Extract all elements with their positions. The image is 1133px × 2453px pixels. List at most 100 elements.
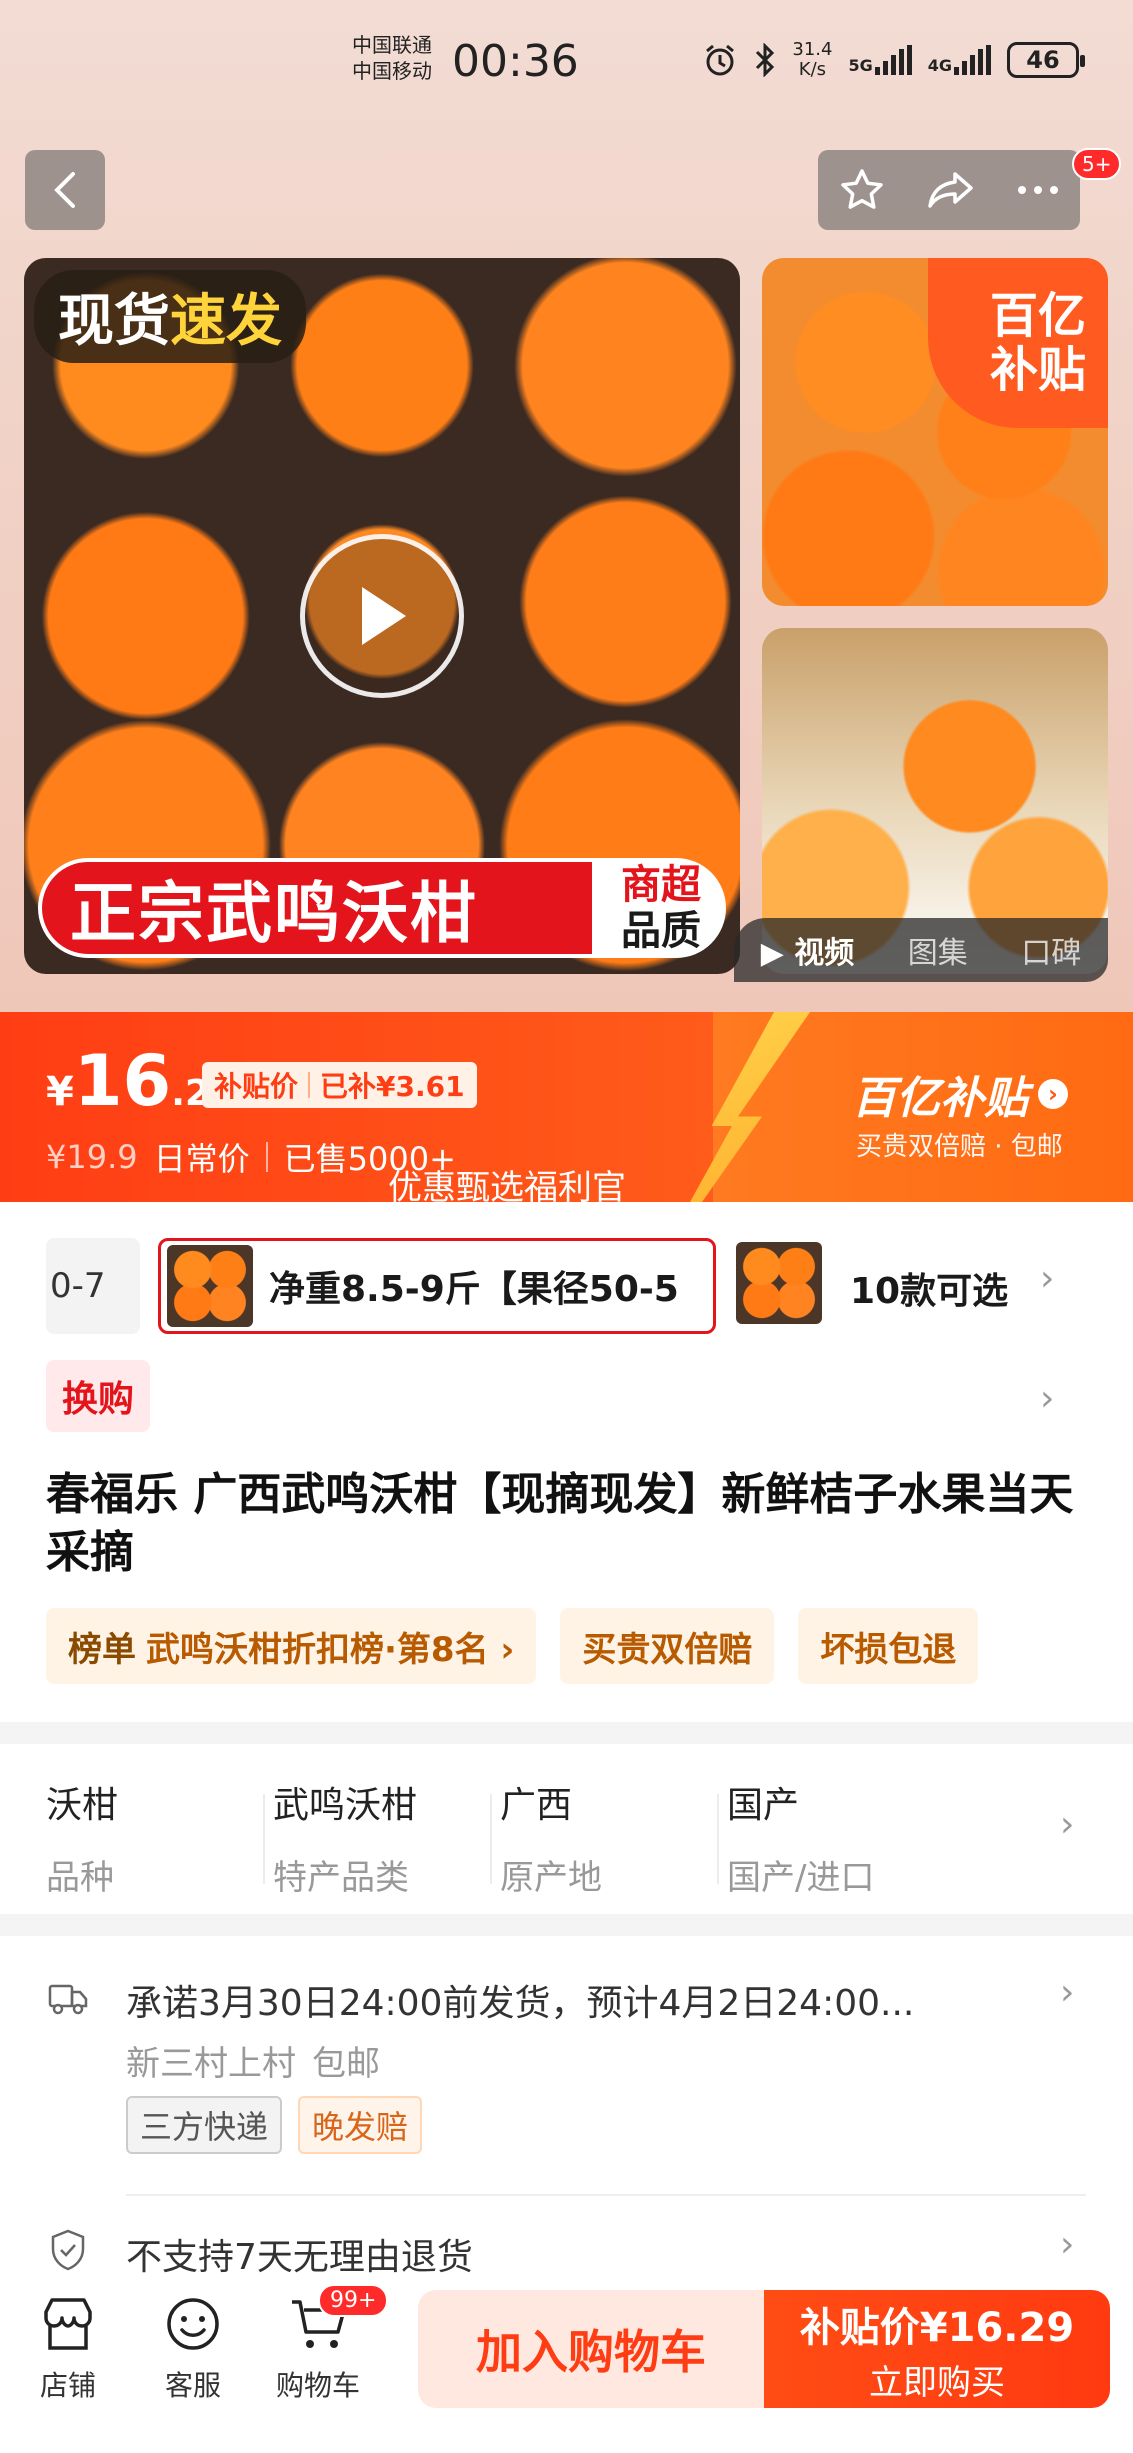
price-divider	[265, 1142, 268, 1172]
buy-price: 补贴价¥16.29	[799, 2304, 1075, 2351]
attribute-category: 武鸣沃柑 特产品类	[263, 1744, 500, 1914]
price-guarantee-tag[interactable]: 买贵双倍赔	[560, 1608, 775, 1684]
ranking-tag-strong: 榜单	[68, 1629, 136, 1670]
chevron-right-icon: ›	[1038, 1079, 1068, 1109]
alarm-icon	[706, 44, 735, 76]
signal-bars-2-icon	[954, 45, 991, 75]
return-policy[interactable]: 不支持7天无理由退货	[126, 2228, 473, 2280]
tab-gallery[interactable]: 图集	[908, 928, 968, 972]
attribute-variety: 沃柑 品种	[46, 1744, 273, 1914]
banner-side-b: 品质	[621, 908, 701, 954]
main-product-image[interactable]: 现货速发 正宗武鸣沃柑 商超 品质	[24, 258, 740, 974]
play-icon	[362, 587, 406, 645]
sku-option-selected[interactable]: 净重8.5-9斤【果径50-5	[158, 1238, 716, 1334]
back-button[interactable]	[25, 150, 105, 230]
subsidy-corner-badge: 百亿 补贴	[928, 258, 1108, 428]
network-speed: 31.4 K/s	[792, 40, 832, 80]
attribute-row[interactable]: 沃柑 品种 武鸣沃柑 特产品类 广西 原产地 国产 国产/进口 ›	[0, 1744, 1133, 1914]
share-icon[interactable]	[925, 168, 977, 212]
courier-tag: 三方快递	[126, 2096, 283, 2154]
attribute-value: 广西	[500, 1785, 573, 1826]
status-time: 00:36	[452, 36, 579, 87]
swap-tag[interactable]: 换购	[46, 1360, 151, 1432]
sku-selector: 0-7 净重8.5-9斤【果径50-5 10款可选 ›	[0, 1238, 1133, 1334]
late-compensation-tag: 晚发赔	[298, 2096, 423, 2154]
cart-count-badge: 99+	[318, 2284, 389, 2317]
attribute-value: 沃柑	[46, 1785, 119, 1826]
attribute-key: 国产/进口	[727, 1858, 875, 1898]
shipping-section: 承诺3月30日24:00前发货，预计4月2日24:00... › 新三村上村 包…	[0, 1936, 1133, 2278]
subsidy-price-pill: 补贴价 已补¥3.61	[202, 1062, 477, 1108]
damage-return-tag[interactable]: 坏损包退	[798, 1608, 979, 1684]
sku-thumbnail	[167, 1245, 253, 1327]
attribute-value: 武鸣沃柑	[273, 1785, 418, 1826]
old-price-label: 日常价	[153, 1140, 250, 1178]
chevron-left-icon	[54, 172, 75, 208]
shield-icon	[51, 2229, 85, 2271]
stock-tag-a: 现货	[58, 289, 170, 354]
service-smile-icon	[167, 2298, 219, 2350]
sku-option-next-thumbnail[interactable]	[736, 1242, 822, 1324]
ranking-tag[interactable]: 榜单 武鸣沃柑折扣榜·第8名 ›	[46, 1608, 537, 1684]
attribute-key: 原产地	[500, 1858, 602, 1898]
buy-now-label: 立即购买	[869, 2362, 1005, 2403]
free-shipping-text: 包邮	[312, 2044, 380, 2084]
banner-main-text: 正宗武鸣沃柑	[38, 858, 596, 958]
attribute-chevron-icon[interactable]: ›	[1060, 1804, 1074, 1845]
status-bar: 中国联通 中国移动 00:36 31.4 K/s 5G 4G 46	[0, 0, 1133, 130]
location-text: 新三村上村	[126, 2044, 296, 2084]
sku-count[interactable]: 10款可选	[850, 1262, 1008, 1314]
swap-chevron-icon[interactable]: ›	[1040, 1378, 1054, 1419]
attribute-import: 国产 国产/进口	[717, 1744, 954, 1914]
signal-bars-1-icon	[874, 45, 912, 75]
buy-now-button[interactable]: 补贴价¥16.29 立即购买	[764, 2290, 1110, 2408]
banner-side-a: 商超	[621, 862, 701, 908]
add-to-cart-button[interactable]: 加入购物车	[418, 2290, 764, 2408]
tab-video[interactable]: ▶ 视频	[761, 928, 855, 972]
attribute-key: 特产品类	[273, 1858, 409, 1898]
more-icon[interactable]	[1016, 184, 1060, 196]
product-title: 春福乐 广西武鸣沃柑【现摘现发】新鲜桔子水果当天采摘	[46, 1469, 1074, 1578]
attribute-key: 品种	[46, 1858, 114, 1898]
shipping-chevron-icon[interactable]: ›	[1060, 1972, 1074, 2013]
return-chevron-icon[interactable]: ›	[1060, 2224, 1074, 2265]
truck-icon	[48, 1984, 88, 2015]
sku-chevron-icon[interactable]: ›	[1040, 1258, 1054, 1299]
carrier-2: 中国移动	[352, 59, 432, 83]
bluetooth-icon	[756, 43, 775, 77]
subsidy-brand-link[interactable]: 百亿补贴 ›	[852, 1062, 1068, 1126]
shop-icon	[44, 2298, 92, 2350]
damage-return-text: 坏损包退	[820, 1629, 957, 1670]
signal-2: 4G	[928, 45, 991, 75]
divider	[126, 2194, 1086, 2196]
signal-1: 5G	[848, 45, 912, 75]
stock-tag: 现货速发	[34, 270, 306, 363]
stock-tag-b: 速发	[170, 289, 282, 354]
subsidy-pill-value: 已补¥3.61	[320, 1070, 465, 1103]
ranking-tag-text: 武鸣沃柑折扣榜·第8名 ›	[146, 1629, 515, 1670]
media-tabs: ▶ 视频 图集 口碑	[734, 918, 1108, 982]
banner-side: 商超 品质	[596, 858, 726, 958]
image-banner: 正宗武鸣沃柑 商超 品质	[38, 858, 726, 958]
price-guarantee-text: 买贵双倍赔	[582, 1629, 753, 1670]
cart-label: 购物车	[275, 2369, 360, 2402]
delivery-location: 新三村上村 包邮	[126, 2036, 380, 2085]
delivery-promise[interactable]: 承诺3月30日24:00前发货，预计4月2日24:00...	[126, 1974, 1006, 2026]
attribute-origin: 广西 原产地	[490, 1744, 727, 1914]
battery-indicator: 46	[1007, 42, 1085, 78]
subsidy-corner-b: 补贴	[989, 342, 1086, 398]
notification-badge: 5+	[1072, 148, 1122, 180]
shop-button[interactable]: 店铺	[8, 2292, 128, 2404]
play-video-button[interactable]	[300, 534, 464, 698]
tab-reviews[interactable]: 口碑	[1021, 928, 1081, 972]
customer-service-button[interactable]: 客服	[133, 2292, 253, 2404]
speed-unit: K/s	[798, 59, 827, 80]
favorite-star-icon[interactable]	[838, 166, 886, 214]
top-action-group	[818, 150, 1080, 230]
service-label: 客服	[164, 2369, 221, 2402]
brand-subtitle: 买贵双倍赔 · 包邮	[856, 1132, 1063, 1162]
side-image-1[interactable]: 百亿 补贴	[762, 258, 1108, 606]
promo-text: 优惠甄选福利官	[388, 1168, 626, 1202]
sku-option-prev[interactable]: 0-7	[46, 1238, 140, 1334]
shop-label: 店铺	[39, 2369, 96, 2402]
